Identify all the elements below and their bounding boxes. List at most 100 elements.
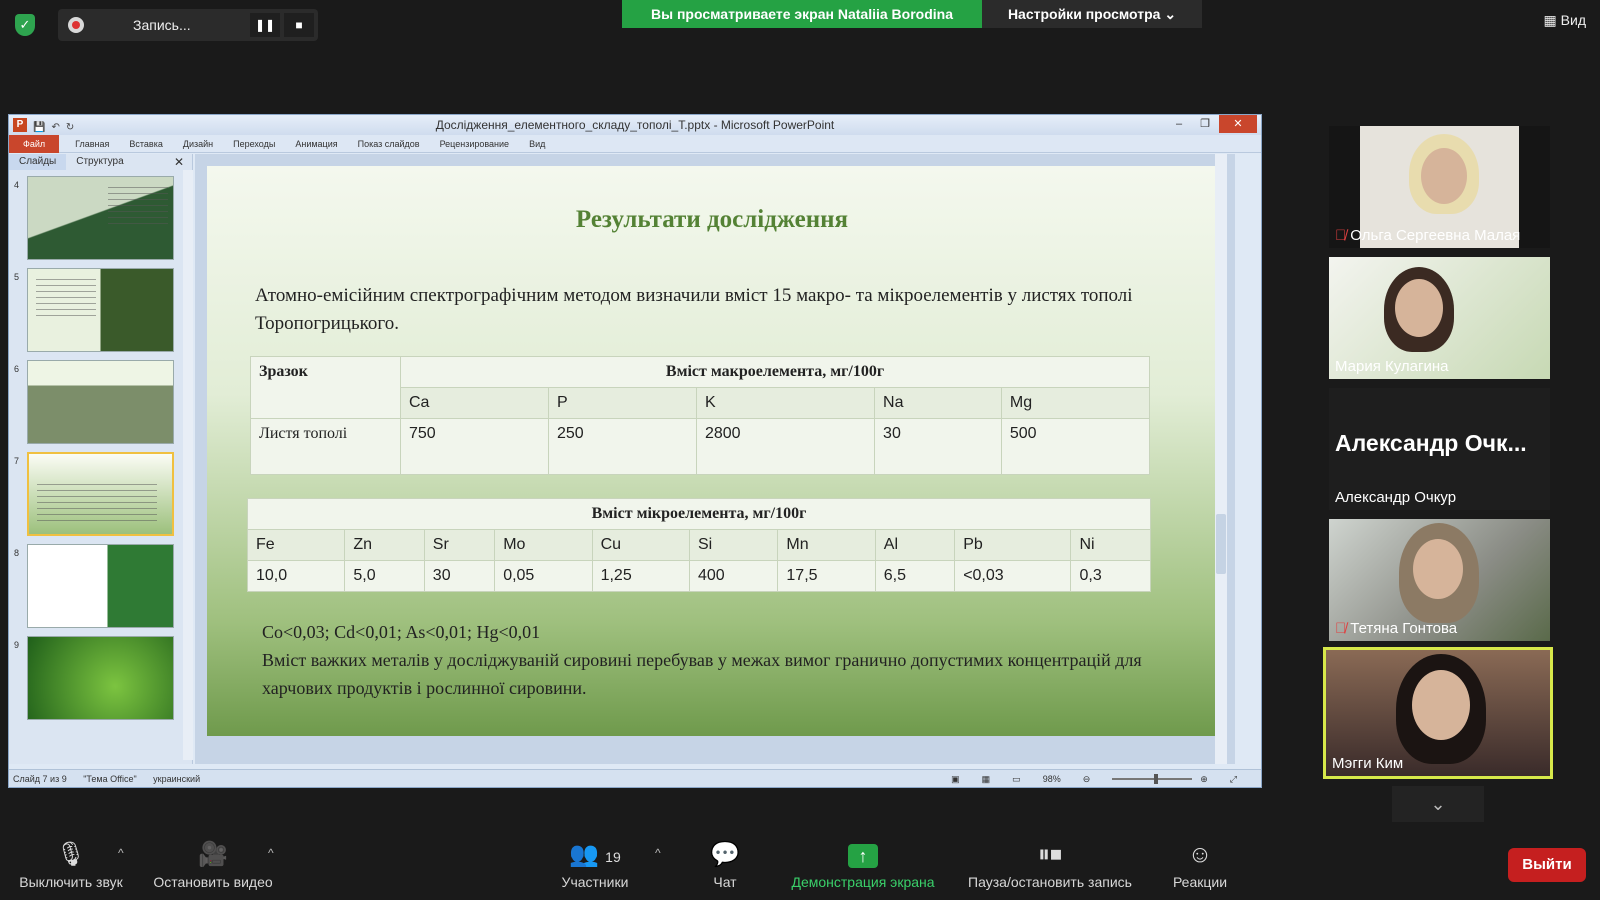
micro-value-cell: 5,0 <box>344 560 425 592</box>
zoom-in-icon[interactable]: ⊕ <box>1200 770 1208 788</box>
view-options-dropdown[interactable]: Настройки просмотра ⌄ <box>982 0 1202 28</box>
slide-thumbnail-9[interactable] <box>27 636 174 720</box>
active-speaker-tile[interactable]: Мэгги Ким <box>1323 647 1553 779</box>
micro-element-cell: Cu <box>591 529 690 561</box>
macro-elements-table: Зразок Вміст макроелемента, мг/100г Ca P… <box>250 356 1151 475</box>
participant-tile[interactable]: Мария Кулагина <box>1329 257 1550 379</box>
chat-bubble-icon: 💬 <box>710 841 740 868</box>
minimize-icon[interactable]: – <box>1167 115 1191 133</box>
pause-stop-recording-button[interactable]: ⏸⏹ Пауза/остановить запись <box>960 840 1140 890</box>
leave-button[interactable]: Выйти <box>1508 848 1586 882</box>
recording-label: Запись... <box>133 17 191 33</box>
slide-thumbnail-8[interactable] <box>27 544 174 628</box>
ribbon-tab-transitions[interactable]: Переходы <box>233 139 275 149</box>
zoom-level[interactable]: 98% <box>1043 770 1061 788</box>
ribbon-tab-design[interactable]: Дизайн <box>183 139 213 149</box>
zoom-slider-knob[interactable] <box>1154 774 1159 784</box>
mute-button[interactable]: 🎙 Выключить звук <box>12 840 130 890</box>
ribbon-tab-slideshow[interactable]: Показ слайдов <box>358 139 420 149</box>
ppt-status-bar: Слайд 7 из 9 "Тема Office" украинский ▣ … <box>9 769 1261 787</box>
participants-count: 19 <box>605 849 621 865</box>
ribbon-tab-file[interactable]: Файл <box>9 134 60 153</box>
view-button[interactable]: ▦ Вид <box>1544 12 1586 29</box>
macro-content-header: Вміст макроелемента, мг/100г <box>400 356 1150 388</box>
ribbon-tab-insert[interactable]: Вставка <box>129 139 162 149</box>
participants-button[interactable]: 👥 19 Участники <box>550 840 640 890</box>
ribbon-tab-view[interactable]: Вид <box>529 139 545 149</box>
thumbnail-number: 7 <box>14 456 20 466</box>
powerpoint-window: P 💾 ↶ ↻ Дослідження_елементного_складу_т… <box>8 114 1262 788</box>
micro-element-cell: Ni <box>1070 529 1151 561</box>
chevron-down-icon: ⌄ <box>1164 6 1177 22</box>
video-options-chevron-icon[interactable]: ^ <box>268 846 274 860</box>
restore-icon[interactable]: ❐ <box>1193 115 1217 133</box>
micro-value-cell: 400 <box>688 560 779 592</box>
participant-tile[interactable]: 🎙̸ Тетяна Гонтова <box>1329 519 1550 641</box>
recording-indicator: Запись... ❚❚ ■ <box>58 9 318 41</box>
slide-scrollbar[interactable] <box>1215 154 1227 764</box>
slide-intro-text: Атомно-емісійним спектрографічним методо… <box>255 285 1133 334</box>
audio-options-chevron-icon[interactable]: ^ <box>118 846 124 860</box>
participant-name: 🎙̸ Ольга Сергеевна Малая <box>1335 227 1521 244</box>
scrollbar-thumb[interactable] <box>1216 514 1226 574</box>
more-participants-chevron-icon[interactable]: ⌄ <box>1392 786 1484 822</box>
stop-video-button[interactable]: 🎥 Остановить видео <box>147 840 279 890</box>
chat-button[interactable]: 💬 Чат <box>705 840 745 890</box>
zoom-out-icon[interactable]: ⊖ <box>1083 770 1091 788</box>
slide-thumbnail-4[interactable] <box>27 176 174 260</box>
pause-recording-icon[interactable]: ❚❚ <box>250 13 280 37</box>
slide-thumbnail-6[interactable] <box>27 360 174 444</box>
smiley-add-icon: ☺ <box>1187 841 1213 868</box>
tab-outline[interactable]: Структура <box>66 154 133 170</box>
stop-recording-icon[interactable]: ■ <box>284 13 314 37</box>
ribbon-tab-home[interactable]: Главная <box>75 139 109 149</box>
reactions-button[interactable]: ☺ Реакции <box>1168 840 1232 890</box>
micro-value-cell: <0,03 <box>954 560 1072 592</box>
ribbon-tab-animation[interactable]: Анимация <box>295 139 337 149</box>
participant-tile[interactable]: Александр Очк... Александр Очкур <box>1329 388 1550 510</box>
language-indicator: украинский <box>153 774 201 784</box>
participant-tile[interactable]: 🎙̸ Ольга Сергеевна Малая <box>1329 126 1550 248</box>
close-icon[interactable]: ✕ <box>1219 115 1257 133</box>
micro-element-cell: Al <box>874 529 956 561</box>
slide-footnote: Co<0,03; Cd<0,01; As<0,01; Hg<0,01 Вміст… <box>262 618 1162 702</box>
zoom-slider[interactable] <box>1112 774 1193 784</box>
micro-value-cell: 30 <box>423 560 496 592</box>
heavy-metals-conclusion: Вміст важких металів у досліджуваній сир… <box>262 650 1142 698</box>
reading-view-icon[interactable]: ▭ <box>1012 770 1021 788</box>
thumbnail-number: 5 <box>14 272 20 282</box>
tab-slides[interactable]: Слайды <box>9 154 67 170</box>
viewing-screen-banner: Вы просматриваете экран Nataliia Borodin… <box>622 0 982 28</box>
slide-title: Результати дослідження <box>575 206 849 233</box>
participant-name-large: Александр Очк... <box>1335 430 1527 456</box>
micro-value-cell: 17,5 <box>777 560 876 592</box>
close-pane-icon[interactable]: ✕ <box>174 154 184 170</box>
share-screen-button[interactable]: ↑ Демонстрация экрана <box>782 840 944 890</box>
powerpoint-app-icon: P <box>13 118 27 132</box>
view-options-label: Настройки просмотра <box>1007 6 1161 22</box>
micro-elements-table: Вміст мікроелемента, мг/100г Fe Zn Sr Mo… <box>246 498 1151 592</box>
macro-value-cell: 500 <box>1000 418 1151 475</box>
micro-element-cell: Sr <box>423 529 496 561</box>
macro-element-cell: Mg <box>1000 387 1151 419</box>
slide-canvas[interactable]: Результати дослідження Атомно-емісійним … <box>207 166 1217 736</box>
ppt-title-bar: P 💾 ↶ ↻ Дослідження_елементного_складу_т… <box>9 115 1261 135</box>
micro-element-cell: Mo <box>494 529 593 561</box>
ribbon-tabs: Файл Главная Вставка Дизайн Переходы Ани… <box>9 134 1261 153</box>
slide-thumbnail-5[interactable] <box>27 268 174 352</box>
security-shield-icon[interactable]: ✓ <box>15 14 35 36</box>
participants-options-chevron-icon[interactable]: ^ <box>655 846 661 860</box>
thumbnail-number: 9 <box>14 640 20 650</box>
slide-thumbnail-7[interactable] <box>27 452 174 536</box>
micro-value-cell: 6,5 <box>874 560 956 592</box>
pane-tabs: Слайды Структура ✕ <box>9 154 192 170</box>
microphone-icon: 🎙 <box>55 841 87 868</box>
macro-value-cell: 30 <box>874 418 1002 475</box>
normal-view-icon[interactable]: ▣ <box>951 770 960 788</box>
thumbnail-scrollbar[interactable] <box>183 170 193 760</box>
participant-name: Мария Кулагина <box>1335 358 1449 375</box>
sorter-view-icon[interactable]: ▦ <box>982 770 991 788</box>
fit-slide-icon[interactable]: ⤢ <box>1230 770 1237 788</box>
zoom-control: ▣ ▦ ▭ 98% ⊖ ⊕ ⤢ <box>951 770 1251 788</box>
ribbon-tab-review[interactable]: Рецензирование <box>440 139 510 149</box>
